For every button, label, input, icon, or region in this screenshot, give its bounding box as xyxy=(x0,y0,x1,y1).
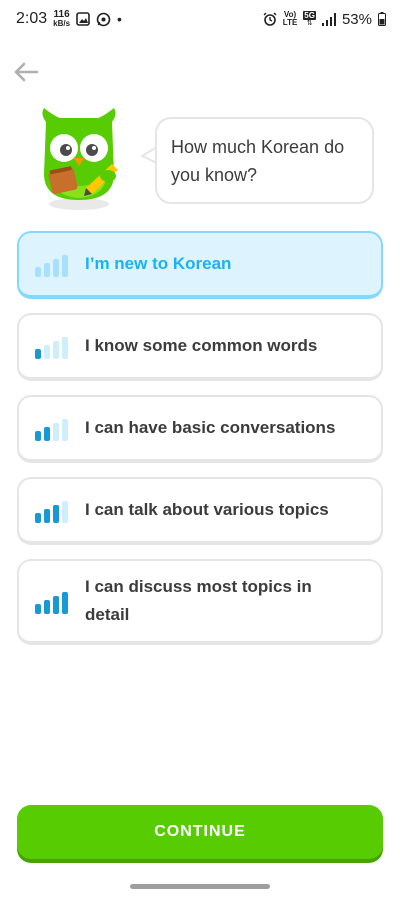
level-bar xyxy=(44,263,50,277)
status-bar-left: 2:03 116 kB/s • xyxy=(16,10,122,28)
option-label: I can have basic conversations xyxy=(85,418,336,437)
duo-owl-icon xyxy=(42,108,118,210)
level-bar xyxy=(53,341,59,359)
level-bar xyxy=(35,604,41,614)
status-bar: 2:03 116 kB/s • Vo) LTE 5G ⇅ 53% xyxy=(0,0,400,38)
status-bar-right: Vo) LTE 5G ⇅ 53% xyxy=(263,11,386,28)
notification-dot-icon: • xyxy=(117,11,122,27)
speech-bubble: How much Korean do you know? xyxy=(155,117,374,204)
gallery-icon xyxy=(76,12,90,26)
fiveg-label: 5G xyxy=(303,11,316,20)
battery-icon xyxy=(378,12,386,26)
home-indicator[interactable] xyxy=(130,884,270,889)
level-bar xyxy=(44,345,50,359)
option-label: I know some common words xyxy=(85,336,318,355)
status-time: 2:03 xyxy=(16,10,48,27)
fiveg-indicator: 5G ⇅ xyxy=(303,11,316,27)
option-label: I can discuss most topics in detail xyxy=(85,577,312,624)
level-bar xyxy=(62,501,68,523)
battery-percent: 53% xyxy=(341,10,372,28)
question-text: How much Korean do you know? xyxy=(171,137,345,185)
level-bar xyxy=(62,255,68,277)
option-most-topics[interactable]: I can discuss most topics in detail xyxy=(17,559,383,645)
level-bar xyxy=(44,427,50,441)
lte-label: LTE xyxy=(282,18,298,27)
option-common-words[interactable]: I know some common words xyxy=(17,313,383,381)
level-bar xyxy=(44,509,50,523)
level-bar xyxy=(62,592,68,614)
signal-icon xyxy=(321,12,336,26)
arrow-left-icon xyxy=(14,62,39,82)
proficiency-options: I’m new to Korean I know some common wor… xyxy=(17,231,383,659)
level-bars-icon xyxy=(35,497,69,523)
level-bar xyxy=(44,600,50,614)
continue-button[interactable]: CONTINUE xyxy=(17,805,383,859)
level-bars-icon xyxy=(35,251,69,277)
option-label: I can talk about various topics xyxy=(85,500,329,519)
level-bar xyxy=(53,596,59,614)
level-bar xyxy=(62,419,68,441)
level-bar xyxy=(53,505,59,523)
level-bar xyxy=(35,349,41,359)
whatsapp-icon xyxy=(96,12,111,26)
option-basic-conversations[interactable]: I can have basic conversations xyxy=(17,395,383,463)
option-various-topics[interactable]: I can talk about various topics xyxy=(17,477,383,545)
net-speed-indicator: 116 kB/s xyxy=(53,10,70,28)
volte-indicator: Vo) LTE xyxy=(283,11,298,27)
level-bar xyxy=(35,267,41,277)
level-bar xyxy=(62,337,68,359)
level-bars-icon xyxy=(35,415,69,441)
back-button[interactable] xyxy=(10,58,42,86)
level-bars-icon xyxy=(35,588,69,614)
alarm-icon xyxy=(263,12,277,26)
level-bar xyxy=(53,259,59,277)
option-new[interactable]: I’m new to Korean xyxy=(17,231,383,299)
net-speed-unit: kB/s xyxy=(53,19,71,28)
option-label: I’m new to Korean xyxy=(85,254,232,273)
level-bars-icon xyxy=(35,333,69,359)
data-arrows-icon: ⇅ xyxy=(306,20,313,27)
level-bar xyxy=(35,513,41,523)
level-bar xyxy=(35,431,41,441)
level-bar xyxy=(53,423,59,441)
